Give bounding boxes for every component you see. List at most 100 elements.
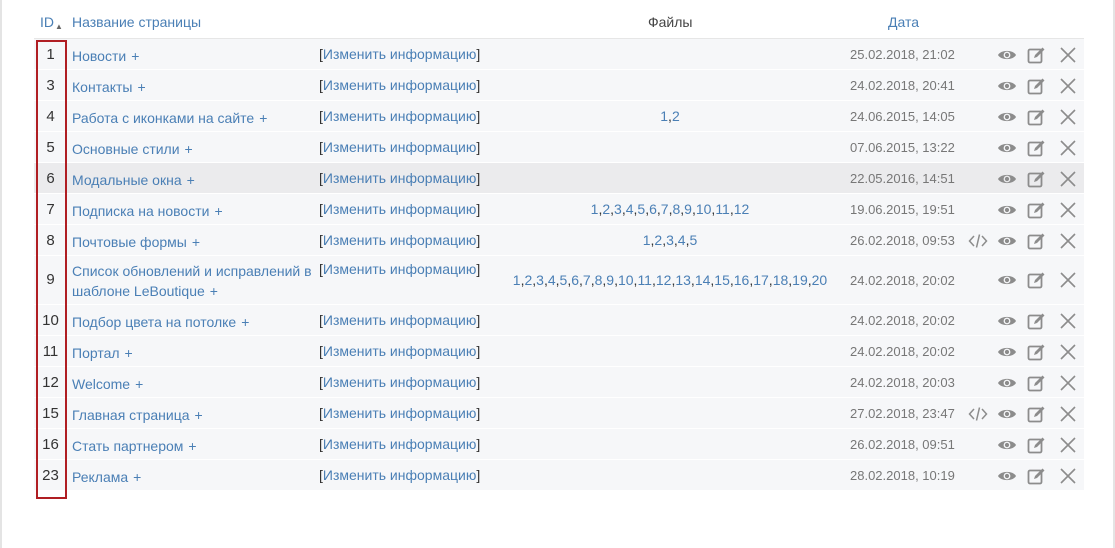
- close-icon[interactable]: [1058, 107, 1078, 127]
- close-icon[interactable]: [1058, 373, 1078, 393]
- file-link[interactable]: 2: [602, 201, 610, 217]
- plus-icon[interactable]: +: [195, 407, 203, 423]
- column-header-name[interactable]: Название страницы: [72, 14, 201, 30]
- pencil-icon[interactable]: [1026, 107, 1046, 127]
- eye-icon[interactable]: [997, 231, 1017, 251]
- column-header-id[interactable]: ID▲: [40, 14, 63, 31]
- close-icon[interactable]: [1058, 169, 1078, 189]
- file-link[interactable]: 12: [734, 201, 750, 217]
- plus-icon[interactable]: +: [214, 203, 222, 219]
- plus-icon[interactable]: +: [131, 48, 139, 64]
- file-link[interactable]: 10: [618, 272, 634, 288]
- eye-icon[interactable]: [997, 45, 1017, 65]
- close-icon[interactable]: [1058, 435, 1078, 455]
- file-link[interactable]: 7: [583, 272, 591, 288]
- edit-info-link[interactable]: Изменить информацию: [323, 201, 476, 217]
- pencil-icon[interactable]: [1026, 311, 1046, 331]
- close-icon[interactable]: [1058, 76, 1078, 96]
- close-icon[interactable]: [1058, 138, 1078, 158]
- file-link[interactable]: 1: [643, 232, 651, 248]
- pencil-icon[interactable]: [1026, 342, 1046, 362]
- page-name-link[interactable]: Подписка на новости +: [72, 201, 322, 221]
- close-icon[interactable]: [1058, 270, 1078, 290]
- edit-info-link[interactable]: Изменить информацию: [323, 312, 476, 328]
- file-link[interactable]: 2: [672, 108, 680, 124]
- eye-icon[interactable]: [997, 404, 1017, 424]
- pencil-icon[interactable]: [1026, 45, 1046, 65]
- pencil-icon[interactable]: [1026, 231, 1046, 251]
- file-link[interactable]: 12: [656, 272, 672, 288]
- code-icon[interactable]: [968, 231, 988, 251]
- eye-icon[interactable]: [997, 138, 1017, 158]
- eye-icon[interactable]: [997, 200, 1017, 220]
- pencil-icon[interactable]: [1026, 466, 1046, 486]
- file-link[interactable]: 14: [695, 272, 711, 288]
- close-icon[interactable]: [1058, 466, 1078, 486]
- edit-info-link[interactable]: Изменить информацию: [323, 436, 476, 452]
- pencil-icon[interactable]: [1026, 270, 1046, 290]
- plus-icon[interactable]: +: [187, 172, 195, 188]
- page-name-link[interactable]: Портал +: [72, 343, 322, 363]
- file-link[interactable]: 1: [513, 272, 521, 288]
- plus-icon[interactable]: +: [210, 283, 218, 299]
- file-link[interactable]: 4: [626, 201, 634, 217]
- close-icon[interactable]: [1058, 342, 1078, 362]
- plus-icon[interactable]: +: [185, 141, 193, 157]
- file-link[interactable]: 5: [689, 232, 697, 248]
- plus-icon[interactable]: +: [192, 234, 200, 250]
- edit-info-link[interactable]: Изменить информацию: [323, 467, 476, 483]
- eye-icon[interactable]: [997, 270, 1017, 290]
- file-link[interactable]: 19: [792, 272, 808, 288]
- edit-info-link[interactable]: Изменить информацию: [323, 261, 476, 277]
- page-name-link[interactable]: Главная страница +: [72, 405, 322, 425]
- plus-icon[interactable]: +: [133, 469, 141, 485]
- edit-info-link[interactable]: Изменить информацию: [323, 405, 476, 421]
- edit-info-link[interactable]: Изменить информацию: [323, 232, 476, 248]
- eye-icon[interactable]: [997, 311, 1017, 331]
- file-link[interactable]: 3: [614, 201, 622, 217]
- file-link[interactable]: 16: [734, 272, 750, 288]
- file-link[interactable]: 10: [696, 201, 712, 217]
- edit-info-link[interactable]: Изменить информацию: [323, 374, 476, 390]
- pencil-icon[interactable]: [1026, 138, 1046, 158]
- plus-icon[interactable]: +: [241, 314, 249, 330]
- pencil-icon[interactable]: [1026, 169, 1046, 189]
- page-name-link[interactable]: Новости +: [72, 46, 322, 66]
- file-link[interactable]: 3: [666, 232, 674, 248]
- edit-info-link[interactable]: Изменить информацию: [323, 139, 476, 155]
- file-link[interactable]: 1: [660, 108, 668, 124]
- file-link[interactable]: 13: [675, 272, 691, 288]
- file-link[interactable]: 17: [753, 272, 769, 288]
- close-icon[interactable]: [1058, 231, 1078, 251]
- file-link[interactable]: 11: [715, 201, 730, 217]
- page-name-link[interactable]: Стать партнером +: [72, 436, 322, 456]
- page-name-link[interactable]: Работа с иконками на сайте +: [72, 108, 322, 128]
- page-name-link[interactable]: Welcome +: [72, 374, 322, 394]
- eye-icon[interactable]: [997, 466, 1017, 486]
- page-name-link[interactable]: Почтовые формы +: [72, 232, 322, 252]
- pencil-icon[interactable]: [1026, 373, 1046, 393]
- eye-icon[interactable]: [997, 169, 1017, 189]
- plus-icon[interactable]: +: [135, 376, 143, 392]
- plus-icon[interactable]: +: [259, 110, 267, 126]
- page-name-link[interactable]: Контакты +: [72, 77, 322, 97]
- file-link[interactable]: 3: [536, 272, 544, 288]
- plus-icon[interactable]: +: [137, 79, 145, 95]
- pencil-icon[interactable]: [1026, 200, 1046, 220]
- file-link[interactable]: 18: [773, 272, 789, 288]
- file-link[interactable]: 11: [637, 272, 652, 288]
- pencil-icon[interactable]: [1026, 76, 1046, 96]
- pencil-icon[interactable]: [1026, 404, 1046, 424]
- close-icon[interactable]: [1058, 200, 1078, 220]
- file-link[interactable]: 20: [812, 272, 828, 288]
- close-icon[interactable]: [1058, 311, 1078, 331]
- code-icon[interactable]: [968, 404, 988, 424]
- edit-info-link[interactable]: Изменить информацию: [323, 77, 476, 93]
- column-header-date[interactable]: Дата: [888, 14, 919, 30]
- file-link[interactable]: 9: [684, 201, 692, 217]
- eye-icon[interactable]: [997, 342, 1017, 362]
- close-icon[interactable]: [1058, 45, 1078, 65]
- page-name-link[interactable]: Список обновлений и исправлений в шаблон…: [72, 261, 322, 301]
- file-link[interactable]: 15: [714, 272, 730, 288]
- plus-icon[interactable]: +: [188, 438, 196, 454]
